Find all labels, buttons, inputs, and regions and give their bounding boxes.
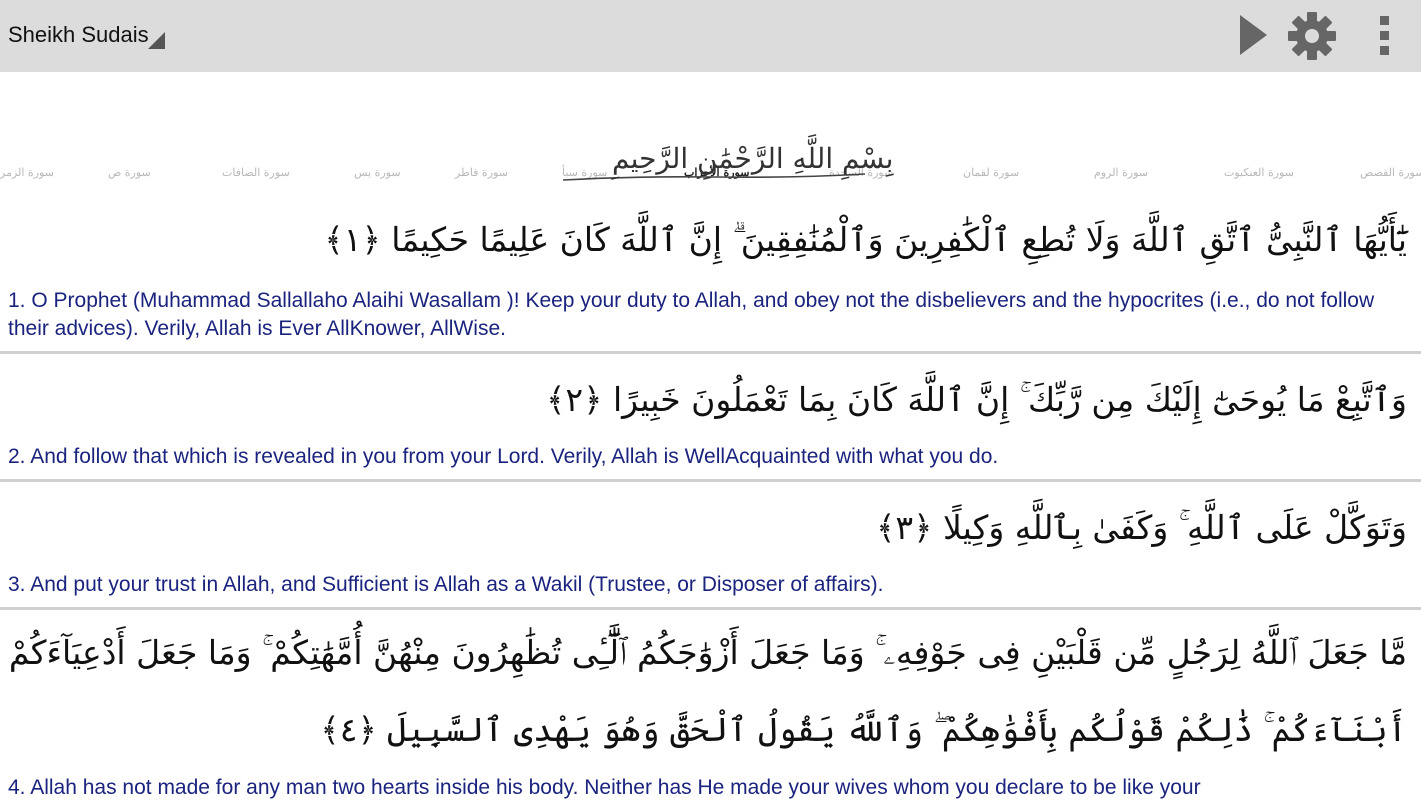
reciter-spinner[interactable]: Sheikh Sudais (8, 22, 149, 48)
verse-divider (0, 607, 1421, 610)
surah-tab[interactable]: سورة يس (354, 166, 401, 179)
verse-divider (0, 479, 1421, 482)
verse-translation: 1. O Prophet (Muhammad Sallallaho Alaihi… (8, 289, 1375, 340)
surah-tab[interactable]: سورة العنكبوت (1224, 166, 1294, 179)
verse-arabic: وَتَوَكَّلْ عَلَى ٱللَّهِ ۚ وَكَفَىٰ بِٱ… (876, 508, 1407, 547)
verse-translation: 2. And follow that which is revealed in … (8, 445, 999, 468)
verse-arabic: يَٰٓأَيُّهَا ٱلنَّبِىُّ ٱتَّقِ ٱللَّهَ و… (324, 220, 1407, 259)
surah-tab[interactable]: سورة ص (108, 166, 151, 179)
surah-strip: سورة الزمر سورة ص سورة الصافات سورة يس س… (0, 72, 1421, 179)
verse-translation: 3. And put your trust in Allah, and Suff… (8, 573, 884, 596)
bismillah: بِسْمِ اللَّهِ الرَّحْمَٰنِ الرَّحِيمِ (612, 142, 894, 175)
overflow-menu-icon[interactable] (1374, 14, 1396, 58)
surah-tab[interactable]: سورة الصافات (222, 166, 290, 179)
verse-arabic-line: مَّا جَعَلَ ٱللَّهُ لِرَجُلٍ مِّن قَلْبَ… (8, 633, 1407, 672)
play-icon[interactable] (1237, 13, 1269, 57)
verse-arabic: وَٱتَّبِعْ مَا يُوحَىٰٓ إِلَيْكَ مِن رَّ… (546, 380, 1407, 419)
surah-tab[interactable]: سورة لقمان (963, 166, 1019, 179)
gear-icon[interactable] (1287, 11, 1337, 61)
surah-tab[interactable]: سورة فاطر (455, 166, 508, 179)
verse-translation: 4. Allah has not made for any man two he… (8, 776, 1201, 799)
surah-tab[interactable]: سورة الزمر (0, 166, 54, 179)
spinner-arrow-icon[interactable] (148, 32, 165, 49)
verse-divider (0, 351, 1421, 354)
verse-arabic-line: أَبْنَآءَكُمْ ۚ ذَٰلِكُمْ قَوْلُكُم بِأَ… (320, 710, 1407, 749)
surah-tab[interactable]: سورة القصص (1360, 166, 1421, 179)
surah-tab[interactable]: سورة الروم (1094, 166, 1148, 179)
action-bar: Sheikh Sudais (0, 0, 1421, 72)
